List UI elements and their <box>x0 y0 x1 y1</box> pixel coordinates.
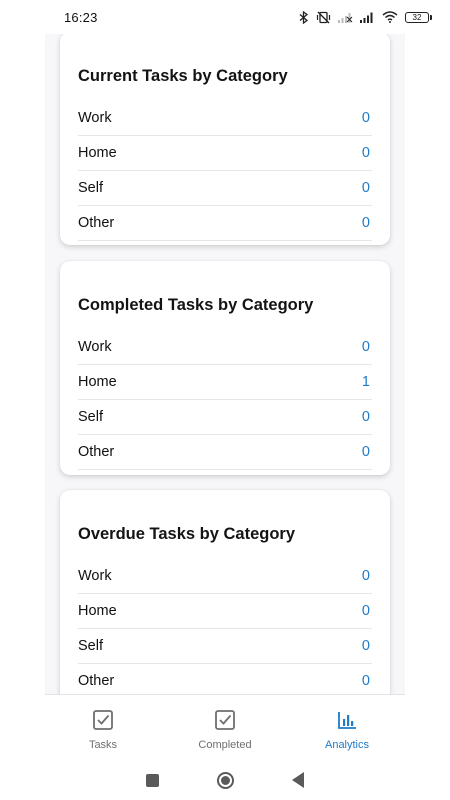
category-label: Work <box>78 339 112 355</box>
battery-icon: 32 <box>405 11 432 23</box>
category-row-home: Home 0 <box>78 594 372 629</box>
category-label: Other <box>78 215 115 231</box>
category-count: 0 <box>361 673 370 689</box>
checkbox-icon <box>92 709 114 734</box>
category-count: 0 <box>361 638 370 654</box>
category-row-home: Home 1 <box>78 365 372 400</box>
completed-tasks-card: Completed Tasks by Category Work 0 Home … <box>60 261 390 475</box>
category-label: Home <box>78 374 117 390</box>
card-title: Overdue Tasks by Category <box>78 525 296 543</box>
category-label: Self <box>78 638 103 654</box>
status-bar: 16:23 32 <box>0 0 450 34</box>
category-count: 0 <box>361 339 370 355</box>
card-title: Current Tasks by Category <box>78 67 288 85</box>
system-navigation <box>0 760 450 800</box>
current-tasks-card: Current Tasks by Category Work 0 Home 0 … <box>60 34 390 245</box>
category-count: 0 <box>361 145 370 161</box>
category-label: Other <box>78 673 115 689</box>
category-row-self: Self 0 <box>78 400 372 435</box>
wifi-icon <box>382 11 398 23</box>
recents-button[interactable] <box>146 773 159 787</box>
category-label: Work <box>78 110 112 126</box>
category-label: Self <box>78 180 103 196</box>
category-count: 0 <box>361 110 370 126</box>
category-row-work: Work 0 <box>78 330 372 365</box>
category-count: 0 <box>361 603 370 619</box>
category-label: Other <box>78 444 115 460</box>
category-count: 1 <box>361 374 370 390</box>
nav-label: Tasks <box>88 739 118 751</box>
category-row-self: Self 0 <box>78 629 372 664</box>
category-count: 0 <box>361 180 370 196</box>
category-count: 0 <box>361 215 370 231</box>
category-count: 0 <box>361 409 370 425</box>
nav-analytics[interactable]: Analytics <box>297 695 397 760</box>
category-row-work: Work 0 <box>78 559 372 594</box>
category-row-self: Self 0 <box>78 171 372 206</box>
bluetooth-icon <box>299 10 309 24</box>
nav-label: Analytics <box>324 739 370 751</box>
signal-icon <box>360 11 375 23</box>
battery-level: 32 <box>405 11 429 23</box>
card-title: Completed Tasks by Category <box>78 296 314 314</box>
category-row-other: Other 0 <box>78 435 372 470</box>
category-count: 0 <box>361 568 370 584</box>
vibrate-off-icon <box>316 11 331 24</box>
category-row-home: Home 0 <box>78 136 372 171</box>
checkbox-icon <box>214 709 236 734</box>
analytics-content[interactable]: Current Tasks by Category Work 0 Home 0 … <box>45 34 405 694</box>
category-row-work: Work 0 <box>78 101 372 136</box>
nav-completed[interactable]: Completed <box>175 695 275 760</box>
nav-label: Completed <box>198 739 252 751</box>
category-row-other: Other 0 <box>78 206 372 241</box>
category-count: 0 <box>361 444 370 460</box>
bottom-navigation: Tasks Completed Analytics <box>45 694 405 760</box>
nav-tasks[interactable]: Tasks <box>53 695 153 760</box>
status-icons: 32 <box>299 10 432 24</box>
overdue-tasks-card: Overdue Tasks by Category Work 0 Home 0 … <box>60 490 390 694</box>
bar-chart-icon <box>336 709 358 734</box>
category-label: Home <box>78 603 117 619</box>
category-label: Home <box>78 145 117 161</box>
back-button[interactable] <box>292 772 304 788</box>
home-button[interactable] <box>217 771 234 789</box>
signal-icon <box>338 11 353 23</box>
app-screen: 16:23 32 Current Tasks by Category Work … <box>0 0 450 800</box>
category-row-other: Other 0 <box>78 664 372 694</box>
status-time: 16:23 <box>64 9 98 25</box>
category-label: Work <box>78 568 112 584</box>
category-label: Self <box>78 409 103 425</box>
